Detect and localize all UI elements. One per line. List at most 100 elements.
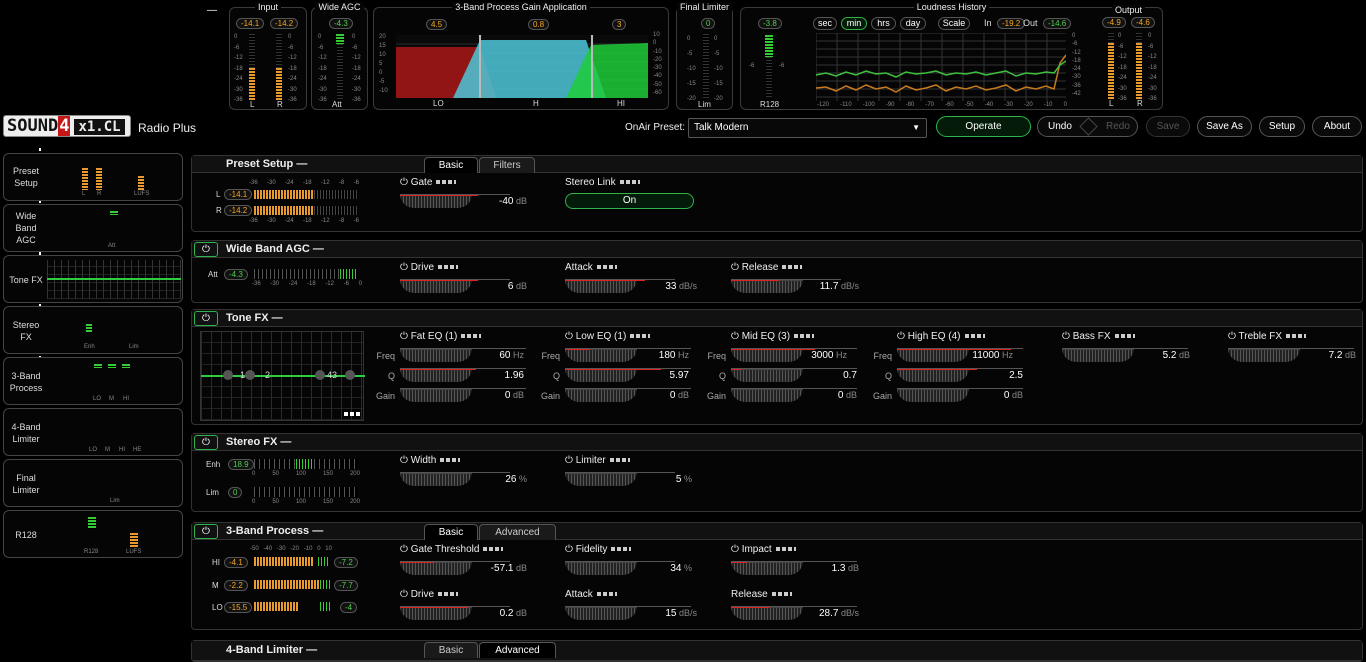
band3-lo-value: 4.5 (426, 19, 448, 30)
tab-advanced[interactable]: Advanced (479, 642, 556, 658)
tonefx-power-button[interactable]: ⏻ (194, 311, 218, 326)
limiter-knob[interactable] (565, 472, 637, 486)
bass-fx-knob[interactable] (1062, 348, 1134, 362)
input-l-label: L (250, 100, 255, 109)
mid-eq-q-knob[interactable] (731, 368, 803, 382)
preset-l-value: -14.1 (224, 189, 253, 200)
loudness-hrs-button[interactable]: hrs (871, 17, 896, 30)
loudness-day-button[interactable]: day (900, 17, 926, 30)
sidebar-item-r128[interactable]: R128 R128 LUFS (3, 510, 183, 558)
stereofx-power-button[interactable]: ⏻ (194, 435, 218, 450)
sidebar-item-stereo-fx[interactable]: Stereo FX Enh Lim (3, 306, 183, 354)
drive-knob-2[interactable] (400, 606, 472, 620)
tab-filters[interactable]: Filters (479, 157, 535, 173)
release-knob[interactable] (731, 279, 803, 293)
undo-button[interactable]: Undo (1048, 121, 1072, 132)
sidebar-item-tone-fx[interactable]: Tone FX (3, 255, 183, 303)
width-knob[interactable] (400, 472, 472, 486)
loudness-scale-button[interactable]: Scale (938, 17, 970, 30)
sidebar-item-preset-setup[interactable]: Preset Setup L R LUFS (3, 153, 183, 201)
band3-title: 3-Band Process Gain Application (452, 2, 590, 12)
sidebar-item-wide-band-agc[interactable]: Wide Band AGC Att (3, 204, 183, 252)
agc-att-label: Att (332, 100, 342, 109)
tab-basic[interactable]: Basic (424, 157, 478, 173)
wide-band-agc-section: ⏻ Wide Band AGC — Att -4.3 -36 -30 -24 -18-… (191, 240, 1363, 303)
power-icon: ⏻ (731, 262, 739, 273)
loudness-left-tick: -6 (749, 63, 755, 69)
fat-eq-gain-knob[interactable] (400, 388, 472, 402)
agc-att-label: Att (208, 270, 218, 279)
high-eq-gain-knob[interactable] (897, 388, 969, 402)
power-icon: ⏻ (565, 544, 573, 555)
stereofx-lim-label: Lim (206, 488, 219, 497)
band3-mid-label: H (533, 99, 539, 108)
release-param: ⏻ Release (731, 262, 803, 273)
setup-button[interactable]: Setup (1259, 116, 1305, 137)
preset-select[interactable]: Talk Modern ▼ (688, 118, 927, 138)
sidebar-item-label: 3-Band Process (9, 371, 43, 393)
loudness-r128-bar (765, 35, 773, 57)
redo-button[interactable]: Redo (1106, 117, 1130, 136)
low-eq-gain-knob[interactable] (565, 388, 637, 402)
release-param-2: Release (731, 589, 792, 600)
band3-hi-value: 3 (612, 19, 627, 30)
loudness-out-label: Out (1023, 18, 1038, 28)
tone-eq-graph[interactable]: 1 2 43 (200, 331, 365, 421)
release-knob-2[interactable] (731, 606, 803, 620)
stereo-link-toggle[interactable]: On (565, 193, 694, 209)
low-eq-freq-knob[interactable] (565, 348, 637, 362)
drive-knob[interactable] (400, 279, 478, 293)
preset-scale: -36 -30 -24 -18 -12 -8 -6 (249, 180, 359, 186)
low-eq-q-knob[interactable] (565, 368, 661, 382)
sidebar-item-4band-limiter[interactable]: 4-Band Limiter LO M HI HE (3, 408, 183, 456)
treble-fx-knob[interactable] (1228, 348, 1300, 362)
output-l-label: L (1109, 99, 1114, 108)
process3-power-button[interactable]: ⏻ (194, 524, 218, 539)
gate-threshold-param: ⏻ Gate Threshold (400, 544, 504, 555)
power-icon: ⏻ (1062, 331, 1070, 342)
attack-knob[interactable] (565, 279, 645, 293)
power-icon: ⏻ (1228, 331, 1236, 342)
fat-eq-q-knob[interactable] (400, 368, 476, 382)
sidebar-item-label: Stereo FX (12, 320, 40, 342)
fat-eq-freq-knob[interactable] (400, 348, 472, 362)
output-r-label: R (1137, 99, 1143, 108)
sidebar-item-label: Preset Setup (12, 166, 39, 188)
tab-basic[interactable]: Basic (424, 642, 478, 658)
drive-param-2: ⏻ Drive (400, 589, 459, 600)
drive-value: 6 dB (507, 281, 527, 292)
preset-setup-section: Preset Setup — Basic Filters -36 -30 -24 -1… (191, 155, 1363, 232)
fidelity-knob[interactable] (565, 561, 637, 575)
sidebar-item-3band-process[interactable]: 3-Band Process LO M HI (3, 357, 183, 405)
power-icon: ⏻ (400, 331, 408, 342)
save-button[interactable]: Save (1146, 116, 1190, 137)
loudness-r128-label: R128 (760, 100, 780, 109)
operate-button[interactable]: Operate (936, 116, 1031, 137)
output-scale: 0 -6 -12 -18 -24 -30 -36 (1118, 33, 1127, 102)
output-l-bar (1108, 43, 1114, 99)
high-eq-q-knob[interactable] (897, 368, 977, 382)
tab-advanced[interactable]: Advanced (479, 524, 556, 540)
sidebar-item-label: 4-Band Limiter (11, 422, 41, 444)
about-button[interactable]: About (1312, 116, 1362, 137)
input-r-label: R (277, 100, 283, 109)
attack-param: Attack (565, 262, 617, 273)
gate-threshold-knob[interactable] (400, 561, 472, 575)
save-as-button[interactable]: Save As (1197, 116, 1252, 137)
chevron-down-icon: ▼ (912, 123, 920, 132)
attack-knob-2[interactable] (565, 606, 637, 620)
gate-knob[interactable] (400, 194, 478, 208)
sidebar-item-final-limiter[interactable]: Final Limiter Lim (3, 459, 183, 507)
width-param: ⏻ Width (400, 455, 461, 466)
mid-eq-gain-knob[interactable] (731, 388, 803, 402)
process3-hi-label: HI (212, 558, 220, 567)
power-icon: ⏻ (565, 455, 573, 466)
agc-power-button[interactable]: ⏻ (194, 242, 218, 257)
loudness-sec-button[interactable]: sec (813, 17, 837, 30)
tab-basic[interactable]: Basic (424, 524, 478, 540)
input-meter-panel: Input -14.1 -14.2 L R 0 -6 -12 -18 -24 -30 -36… (229, 2, 307, 110)
impact-knob[interactable] (731, 561, 803, 575)
loudness-out-value: -14.6 (1043, 18, 1072, 29)
loudness-min-button[interactable]: min (841, 17, 867, 30)
agc-scale: 0 -6 -12 -18 -24 -30 -36 (318, 34, 327, 103)
